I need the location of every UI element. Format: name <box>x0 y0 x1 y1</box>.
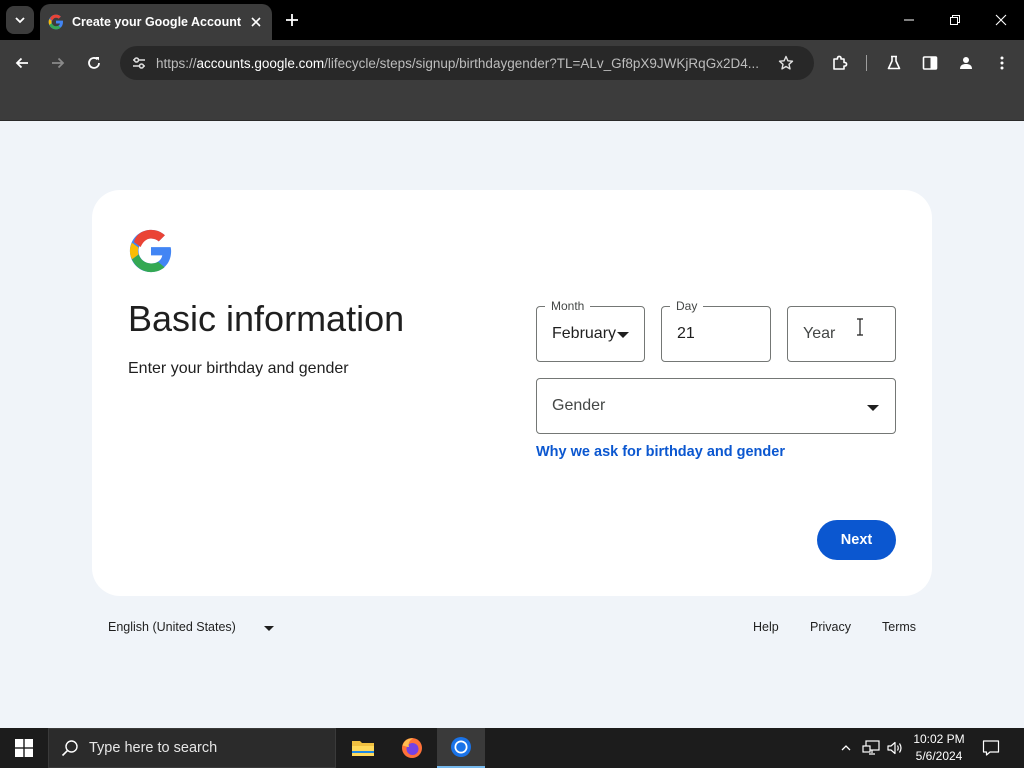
close-window-button[interactable] <box>978 0 1024 40</box>
minimize-icon <box>904 19 914 21</box>
google-favicon-icon <box>48 14 63 30</box>
reload-button[interactable] <box>81 50 107 76</box>
profile-button[interactable] <box>953 50 979 76</box>
day-value: 21 <box>677 325 695 342</box>
dropdown-caret-icon <box>867 405 879 411</box>
language-select[interactable]: English (United States) <box>108 620 236 634</box>
page-subtitle: Enter your birthday and gender <box>128 360 349 377</box>
taskbar-file-explorer[interactable] <box>339 728 387 768</box>
taskbar-chrome[interactable] <box>437 728 485 768</box>
text-cursor-icon <box>857 318 863 336</box>
windows-logo-icon <box>15 739 33 757</box>
month-label: Month <box>545 299 591 313</box>
site-info-button[interactable] <box>122 46 156 80</box>
network-button[interactable] <box>861 738 881 758</box>
folder-icon <box>352 741 374 756</box>
restore-icon <box>950 15 960 25</box>
close-icon <box>251 17 261 27</box>
star-icon <box>778 55 794 70</box>
browser-titlebar: Create your Google Account <box>0 0 1024 40</box>
reload-icon <box>88 57 100 69</box>
url-scheme: https:// <box>156 55 197 71</box>
year-input[interactable]: Year <box>787 306 896 362</box>
year-placeholder: Year <box>803 325 836 342</box>
dropdown-caret-icon[interactable] <box>264 626 274 631</box>
gender-select[interactable]: Gender <box>536 378 896 434</box>
search-icon <box>61 740 78 757</box>
back-button[interactable] <box>9 50 35 76</box>
network-icon <box>862 740 880 755</box>
browser-tab[interactable]: Create your Google Account <box>40 4 272 40</box>
taskbar-search-placeholder: Type here to search <box>89 740 218 756</box>
arrow-left-icon <box>15 57 28 69</box>
tab-title: Create your Google Account <box>72 15 242 29</box>
tune-icon <box>133 57 145 69</box>
notifications-button[interactable] <box>981 738 1001 758</box>
chevron-up-icon <box>841 745 851 751</box>
start-button[interactable] <box>0 728 48 768</box>
kebab-menu-icon <box>1000 56 1004 70</box>
restore-button[interactable] <box>932 0 978 40</box>
taskbar-search-box[interactable]: Type here to search <box>48 728 336 768</box>
day-label: Day <box>670 299 704 313</box>
address-bar[interactable]: https://accounts.google.com/lifecycle/st… <box>120 46 814 80</box>
minimize-button[interactable] <box>886 0 932 40</box>
clock-time: 10:02 PM <box>913 732 965 746</box>
bookmark-star-button[interactable] <box>773 50 799 76</box>
new-tab-button[interactable] <box>280 8 304 32</box>
next-button[interactable]: Next <box>817 520 896 560</box>
plus-icon <box>286 14 298 26</box>
terms-link[interactable]: Terms <box>882 620 916 634</box>
tab-close-button[interactable] <box>246 12 266 32</box>
month-select[interactable]: Month February <box>536 299 645 362</box>
help-link[interactable]: Help <box>753 620 779 634</box>
labs-button[interactable] <box>881 50 907 76</box>
dropdown-caret-icon <box>617 332 629 338</box>
google-logo-icon <box>129 229 172 273</box>
forward-button[interactable] <box>45 50 71 76</box>
side-panel-icon <box>922 56 938 70</box>
url-host: accounts.google.com <box>196 55 325 71</box>
taskbar-clock[interactable]: 10:02 PM 5/6/2024 <box>910 731 968 765</box>
show-hidden-icons-button[interactable] <box>836 738 856 758</box>
toolbar-divider <box>866 55 867 71</box>
volume-button[interactable] <box>885 738 905 758</box>
chrome-icon <box>451 737 471 757</box>
gender-placeholder: Gender <box>552 397 606 414</box>
extensions-button[interactable] <box>827 50 853 76</box>
why-birthday-gender-link[interactable]: Why we ask for birthday and gender <box>536 444 785 460</box>
browser-toolbar: https://accounts.google.com/lifecycle/st… <box>0 40 1024 86</box>
clock-date: 5/6/2024 <box>915 749 963 763</box>
privacy-link[interactable]: Privacy <box>810 620 851 634</box>
url-text[interactable]: https://accounts.google.com/lifecycle/st… <box>156 56 771 71</box>
arrow-right-icon <box>52 57 65 69</box>
chevron-down-icon <box>15 17 25 24</box>
url-path: /lifecycle/steps/signup/birthdaygender?T… <box>324 55 759 71</box>
taskbar-firefox[interactable] <box>388 728 436 768</box>
notification-icon <box>982 740 1000 756</box>
puzzle-icon <box>833 55 848 70</box>
day-input[interactable]: Day 21 <box>661 299 771 362</box>
page-title: Basic information <box>128 298 405 339</box>
firefox-icon <box>402 738 422 758</box>
tab-search-button[interactable] <box>6 6 34 34</box>
menu-button[interactable] <box>989 50 1015 76</box>
windows-taskbar: Type here to search 10:02 PM 5/6/2024 <box>0 728 1024 768</box>
speaker-icon <box>887 741 902 755</box>
side-panel-button[interactable] <box>917 50 943 76</box>
bookmarks-bar <box>0 86 1024 121</box>
close-icon <box>995 14 1007 26</box>
flask-icon <box>887 55 901 70</box>
month-value: February <box>552 325 617 342</box>
person-icon <box>960 57 972 69</box>
